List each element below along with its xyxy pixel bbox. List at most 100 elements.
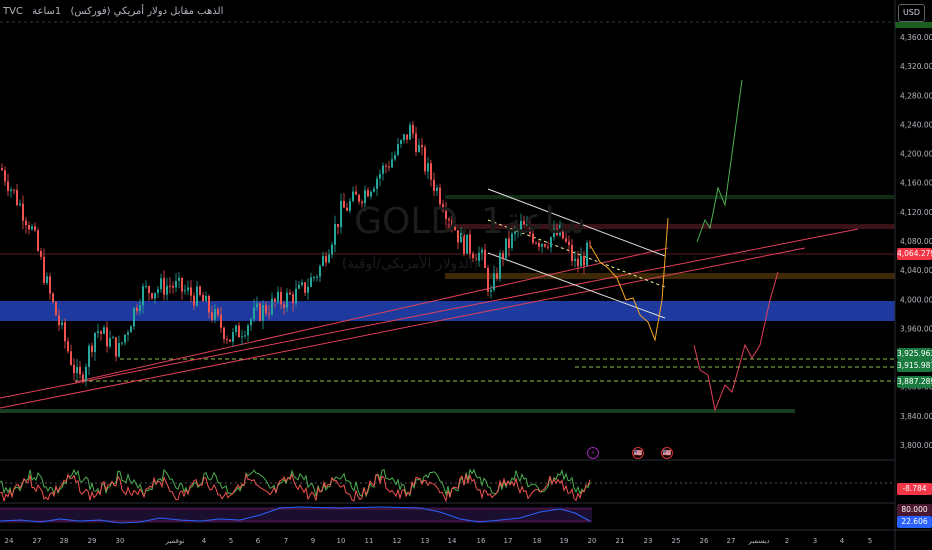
currency-button[interactable]: USD (898, 4, 925, 22)
candle (433, 179, 435, 191)
price-tick-label: 4,200.000 (900, 150, 932, 159)
candle (493, 273, 495, 290)
candle (46, 276, 48, 283)
candle (253, 307, 255, 320)
candle (97, 331, 99, 333)
price-tick-label: 3,800.000 (900, 441, 932, 450)
candle (400, 140, 402, 145)
candle (280, 291, 282, 305)
candle (112, 337, 114, 339)
candle (187, 287, 189, 291)
candle (352, 191, 354, 202)
candle (322, 256, 324, 266)
candle (16, 189, 18, 206)
time-axis-label: 25 (672, 537, 681, 545)
candle (193, 295, 195, 306)
symbol-header[interactable]: TVC الذهب مقابل دولار أمريكي (فوركس) 1سا… (3, 6, 229, 17)
candle (19, 203, 21, 206)
candle (7, 181, 9, 191)
candle (25, 220, 27, 226)
candle (55, 301, 57, 316)
price-tick-label: 4,280.000 (900, 91, 932, 100)
candle (496, 273, 498, 279)
candle (430, 163, 432, 180)
candle (202, 294, 204, 302)
candle (403, 134, 405, 141)
candle (301, 282, 303, 285)
candle (178, 277, 180, 281)
time-axis-label: 30 (116, 537, 125, 545)
candle (76, 366, 78, 374)
candle (136, 307, 138, 312)
time-axis-label: 17 (504, 537, 513, 545)
candle (106, 327, 108, 347)
symbol-name: الذهب مقابل دولار أمريكي (فوركس) (70, 6, 224, 17)
candle (586, 242, 588, 266)
candle (367, 190, 369, 197)
candle (268, 313, 270, 315)
candle (418, 145, 420, 152)
price-tick-label: 3,960.000 (900, 324, 932, 333)
candle (349, 201, 351, 211)
us-flag-icon[interactable]: 🇺🇸 (632, 447, 644, 459)
candle (196, 286, 198, 306)
candle (82, 374, 84, 381)
candle (415, 133, 417, 152)
time-axis-label: 10 (337, 537, 346, 545)
support-zone (445, 273, 895, 279)
candle (577, 258, 579, 267)
rsi-value-tag: 22.606 (897, 516, 932, 528)
candle (307, 286, 309, 293)
candle (226, 339, 228, 341)
price-tick-label: 4,360.000 (900, 33, 932, 42)
candle (247, 325, 249, 336)
price-tick-label: 4,240.000 (900, 120, 932, 129)
time-axis-label: 13 (421, 537, 430, 545)
candle (589, 242, 591, 244)
chart-canvas[interactable]: GOLD, 1ساعة (الدولار الأمريكي/أوقية) 4,360… (0, 0, 932, 550)
candle (190, 287, 192, 296)
candle (10, 189, 12, 191)
time-axis-label: 5 (868, 537, 872, 545)
candle (160, 278, 162, 290)
candle (31, 226, 33, 230)
candle (4, 170, 6, 182)
candle (184, 290, 186, 292)
candle (127, 332, 129, 335)
candle (292, 294, 294, 304)
candle (427, 163, 429, 172)
candle (289, 292, 291, 295)
candle (340, 201, 342, 228)
candle (124, 334, 126, 343)
candle (283, 304, 285, 308)
candle (223, 327, 225, 340)
candle (535, 242, 537, 244)
candle (319, 265, 321, 277)
candle (172, 285, 174, 288)
candle (241, 336, 243, 338)
candle (88, 345, 90, 367)
candle (217, 309, 219, 315)
candle (436, 187, 438, 191)
time-axis-label: 27 (33, 537, 42, 545)
candle (334, 224, 336, 245)
candle (220, 314, 222, 328)
candle (388, 166, 390, 168)
source-label: TVC (3, 6, 23, 17)
watermark-symbol: GOLD, 1ساعة (354, 201, 586, 242)
candle (154, 292, 156, 299)
time-axis-label: 21 (616, 537, 625, 545)
candle (295, 288, 297, 304)
candle (487, 267, 489, 292)
candle (385, 165, 387, 167)
time-axis-label: 26 (700, 537, 709, 545)
candle (163, 278, 165, 295)
candle (265, 305, 267, 314)
time-axis-label: 12 (393, 537, 402, 545)
candle (181, 277, 183, 292)
us-flag-icon[interactable]: 🇺🇸 (661, 447, 673, 459)
lightning-icon[interactable]: ⚡ (587, 447, 599, 459)
candle (109, 338, 111, 347)
candle (169, 285, 171, 287)
candle (121, 342, 123, 344)
